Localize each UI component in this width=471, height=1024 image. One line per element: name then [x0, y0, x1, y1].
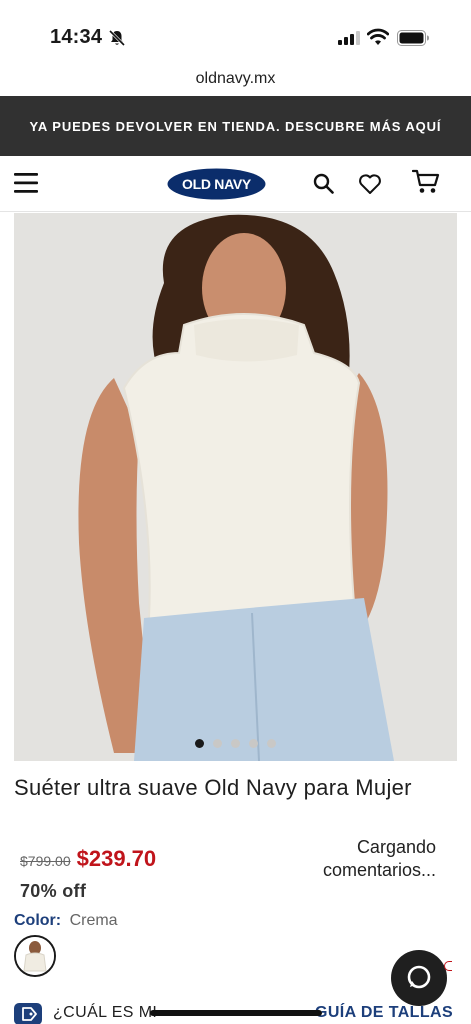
color-label: Color:: [14, 912, 62, 929]
carousel-dot[interactable]: [195, 739, 204, 748]
carousel-dot[interactable]: [213, 739, 222, 748]
old-navy-logo[interactable]: OLD NAVY: [167, 168, 266, 200]
chat-badge: [444, 961, 452, 971]
chat-button[interactable]: [391, 950, 447, 1006]
bell-slash-icon: [108, 29, 126, 47]
cellular-signal-icon: [338, 31, 360, 45]
chat-bubble-icon: [407, 965, 431, 989]
url-bar[interactable]: oldnavy.mx: [0, 70, 471, 96]
carousel-dot[interactable]: [249, 739, 258, 748]
color-swatch-crema[interactable]: [14, 935, 56, 977]
tag-glyph: [22, 1007, 37, 1021]
product-title: Suéter ultra suave Old Navy para Mujer: [14, 775, 412, 800]
reviews-loading-text: Cargando comentarios...: [322, 837, 436, 880]
discount-label: 70% off: [20, 881, 87, 901]
search-icon[interactable]: [313, 173, 334, 194]
price-row: $799.00 $239.70: [20, 846, 156, 872]
tag-icon: [14, 1003, 42, 1024]
sale-price: $239.70: [76, 846, 157, 871]
size-question: ¿CUÁL ES MI: [53, 1004, 158, 1021]
model-photo: [14, 213, 457, 761]
promo-banner[interactable]: YA PUEDES DEVOLVER EN TIENDA. DESCUBRE M…: [0, 96, 471, 156]
color-value: Crema: [69, 912, 118, 929]
promo-banner-text: YA PUEDES DEVOLVER EN TIENDA. DESCUBRE M…: [29, 118, 442, 134]
logo-text: OLD NAVY: [182, 176, 252, 192]
swatch-thumbnail: [16, 937, 54, 975]
carousel-dots: [14, 739, 457, 748]
color-row: Color: Crema: [14, 912, 118, 930]
wifi-icon: [367, 28, 389, 45]
status-time: 14:34: [50, 26, 103, 48]
home-indicator: [150, 1010, 322, 1016]
site-header: OLD NAVY: [0, 156, 471, 212]
original-price: $799.00: [20, 853, 71, 869]
carousel-dot[interactable]: [231, 739, 240, 748]
size-guide-link[interactable]: GUÍA DE TALLAS: [315, 1004, 453, 1022]
heart-icon[interactable]: [358, 173, 382, 195]
status-bar: 14:34: [0, 0, 471, 70]
cart-icon[interactable]: [412, 169, 440, 195]
battery-icon: [397, 30, 429, 46]
menu-icon[interactable]: [14, 172, 38, 194]
carousel-dot[interactable]: [267, 739, 276, 748]
product-image[interactable]: [14, 213, 457, 761]
